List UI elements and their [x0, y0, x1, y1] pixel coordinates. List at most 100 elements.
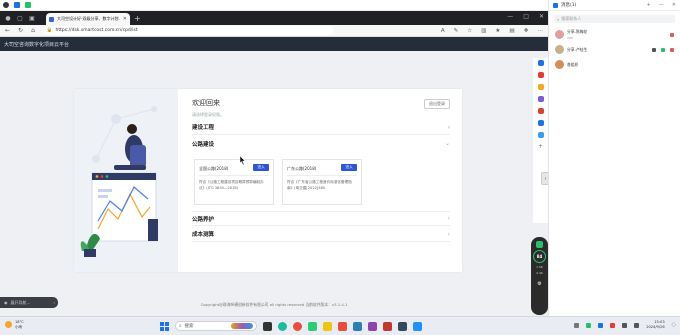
tray-icon[interactable] [586, 322, 592, 328]
tray-icon[interactable] [574, 322, 580, 328]
browser-sidebar: + [533, 58, 548, 223]
wechat-icon[interactable] [308, 321, 317, 331]
project-card-guangdong[interactable]: 广东公路(2018) 进入 符合《广东省公路工程造价标准化管理指南》(粤交建[2… [282, 159, 362, 205]
home-icon[interactable]: ⌂ [31, 27, 35, 34]
chat-row[interactable]: 分享-卢桂生 [549, 42, 680, 57]
status-icon[interactable] [25, 2, 31, 8]
mic-icon[interactable] [661, 47, 665, 52]
minimize-chat-icon[interactable]: — [659, 2, 664, 8]
close-window-button[interactable]: ✕ [539, 13, 544, 20]
chat-row[interactable]: 各组织 [549, 57, 680, 72]
tray-icon[interactable] [598, 322, 604, 328]
app-icon[interactable] [413, 321, 422, 331]
nav-expand-control[interactable]: ◉ 展开导航... ‹ [0, 297, 58, 308]
search-icon: ⌕ [179, 324, 182, 329]
shopping-icon[interactable] [537, 72, 544, 78]
shield-icon[interactable] [652, 47, 656, 52]
menu-highway-construction[interactable]: 公路建设 ⌄ [192, 136, 450, 151]
url-field[interactable]: 🔒 https://dsk.smartcost.com.cn/cpd/ist [42, 26, 333, 35]
check-icon[interactable] [14, 2, 20, 8]
wps-icon[interactable] [338, 321, 347, 331]
chevron-left-icon: ‹ [544, 175, 547, 182]
app-icon[interactable] [323, 321, 332, 331]
chevron-left-icon: ‹ [53, 300, 55, 305]
volume-icon[interactable] [634, 322, 640, 328]
favorites-icon[interactable]: ★ [495, 28, 500, 34]
search-icon[interactable] [537, 60, 544, 66]
page-header-title: 大司空咨询数字化项目云平台 [4, 41, 70, 48]
divider [199, 175, 269, 176]
app-icon[interactable] [383, 321, 392, 331]
minimize-button[interactable]: — [507, 13, 513, 20]
notification-icon[interactable]: ◌ [672, 322, 676, 328]
office-icon[interactable] [537, 108, 544, 114]
weather-widget[interactable]: 18°C 小雨 [5, 320, 24, 329]
new-tab-button[interactable]: + [134, 14, 141, 23]
site-favicon-icon [49, 16, 54, 22]
shield-icon[interactable] [3, 2, 9, 8]
read-aloud-icon[interactable]: ✎ [454, 28, 459, 34]
performance-widget[interactable]: 84 1.5K 2.4K ⚙ [531, 237, 548, 315]
cursor-icon [239, 156, 246, 166]
refresh-icon[interactable]: ↻ [18, 27, 23, 34]
collections-icon[interactable]: ▤ [509, 28, 514, 34]
chat-row[interactable]: 分享-陈梅花 286 [549, 27, 680, 42]
divider [287, 175, 357, 176]
start-button[interactable] [160, 321, 169, 331]
chevron-down-icon: ⌄ [444, 140, 450, 147]
avatar [555, 45, 564, 54]
enter-button[interactable]: 进入 [341, 164, 357, 171]
security-shield-icon [536, 241, 543, 248]
outlook-icon[interactable] [537, 120, 544, 126]
logout-button[interactable]: 退出登录 [424, 99, 450, 109]
back-icon[interactable]: ← [5, 27, 10, 34]
chrome-icon[interactable] [293, 321, 302, 331]
close-tab-icon[interactable]: ✕ [123, 16, 127, 22]
add-icon[interactable]: + [538, 144, 544, 150]
call-icon[interactable] [670, 47, 674, 52]
mail-icon[interactable] [353, 321, 362, 331]
cloud-icon[interactable] [537, 132, 544, 138]
extensions-icon[interactable]: ❖ [524, 28, 529, 34]
illustration [74, 89, 178, 272]
chat-header: 消息(1) + — ✕ [549, 0, 680, 11]
enter-button[interactable]: 进入 [253, 164, 269, 171]
add-contact-icon[interactable]: + [647, 2, 651, 8]
search-highlight-icon [231, 323, 253, 329]
maximize-button[interactable]: □ [523, 13, 529, 20]
windows-taskbar: 18°C 小雨 ⌕ 搜索 15:03 2024/9/26 ◌ [0, 316, 680, 335]
favorite-icon[interactable]: ☆ [467, 28, 472, 34]
tab-strip: ● ▢ ▣ 大司空设计好-双级分享、数字计划... ✕ + — □ ✕ [0, 11, 548, 25]
chevron-right-icon: › [447, 215, 450, 222]
call-icon[interactable] [670, 32, 674, 37]
chat-icon [553, 2, 558, 8]
taskbar-clock[interactable]: 15:03 2024/9/26 [646, 320, 664, 330]
project-card-national[interactable]: 全国公路(2018) 进入 符合《公路工程建设项目概算预算编制办法》(JTG 3… [194, 159, 274, 205]
profile-icon[interactable]: ● [3, 13, 13, 23]
active-tab[interactable]: 大司空设计好-双级分享、数字计划... ✕ [46, 13, 130, 25]
split-screen-icon[interactable]: ▥ [481, 28, 486, 34]
app-icon[interactable] [398, 321, 407, 331]
settings-more-icon[interactable]: ⋯ [538, 28, 544, 34]
games-icon[interactable] [537, 96, 544, 102]
translate-icon[interactable]: A [441, 28, 445, 34]
menu-icon: ◉ [4, 300, 8, 305]
workspaces-icon[interactable]: ▢ [15, 13, 25, 23]
taskbar-search[interactable]: ⌕ 搜索 [175, 321, 257, 331]
avatar [555, 60, 564, 69]
menu-highway-maintenance[interactable]: 公路养护 › [192, 211, 450, 226]
page-content: 欢迎回来 请选择登录权限。 退出登录 建设工程 › 公路建设 ⌄ 全国公路(20… [0, 51, 548, 316]
contact-search-input[interactable]: ⌕ 搜索联系人 [554, 15, 675, 23]
wifi-icon[interactable] [622, 322, 628, 328]
tray-icon[interactable] [610, 322, 616, 328]
weather-icon [5, 321, 12, 328]
tools-icon[interactable] [537, 84, 544, 90]
menu-cost-estimation[interactable]: 成本测算 › [192, 227, 450, 242]
close-chat-icon[interactable]: ✕ [672, 2, 676, 8]
rocket-icon[interactable]: ⚙ [537, 281, 541, 287]
file-explorer-icon[interactable] [263, 321, 272, 331]
menu-construction[interactable]: 建设工程 › [192, 120, 450, 135]
app-icon[interactable] [368, 321, 377, 331]
tab-actions-icon[interactable]: ▣ [27, 13, 37, 23]
edge-icon[interactable] [278, 321, 287, 331]
